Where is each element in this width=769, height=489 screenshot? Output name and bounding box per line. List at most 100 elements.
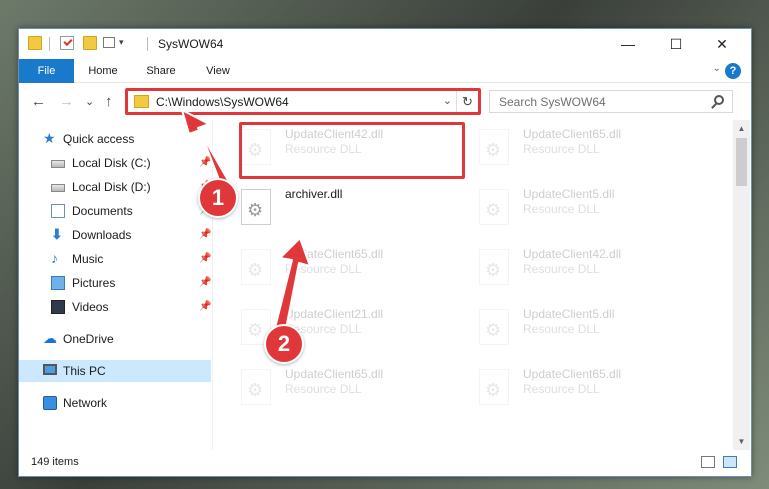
- customize-quick-access-icon[interactable]: [103, 37, 115, 48]
- pc-icon: [43, 364, 57, 375]
- pin-icon[interactable]: 📌: [199, 157, 211, 168]
- help-button[interactable]: ?: [725, 63, 741, 79]
- file-type: Resource DLL: [523, 322, 600, 336]
- file-name: UpdateClient65.dll: [285, 367, 384, 381]
- sidebar-item-pictures[interactable]: Pictures 📌: [19, 272, 211, 294]
- item-count: 149 items: [31, 456, 79, 468]
- dll-file-icon: [479, 129, 509, 165]
- dll-file-icon: [241, 249, 271, 285]
- scroll-up-icon[interactable]: ▲: [733, 120, 750, 137]
- quick-access-dropdown-icon[interactable]: ▾: [119, 37, 124, 48]
- close-button[interactable]: ✕: [699, 29, 745, 59]
- file-name: UpdateClient5.dll: [523, 307, 615, 321]
- documents-icon: [51, 204, 65, 218]
- search-placeholder: Search SysWOW64: [499, 95, 606, 109]
- sidebar-item-videos[interactable]: Videos 📌: [19, 296, 211, 318]
- navigation-bar: ← → ⌄ ↑ C:\Windows\SysWOW64 ⌄ ↻ Search S…: [19, 84, 751, 120]
- file-name: archiver.dll: [285, 187, 343, 201]
- sidebar-item-onedrive[interactable]: ☁ OneDrive: [19, 328, 211, 350]
- star-icon: ★: [43, 130, 56, 146]
- file-name: UpdateClient5.dll: [523, 187, 615, 201]
- search-input[interactable]: Search SysWOW64: [489, 90, 733, 113]
- details-view-icon[interactable]: [701, 456, 715, 468]
- pin-icon[interactable]: 📌: [199, 229, 211, 240]
- expand-ribbon-icon[interactable]: ⌄: [713, 63, 721, 74]
- dll-file-icon: [241, 369, 271, 405]
- step-2-badge: 2: [264, 324, 304, 364]
- separator: [147, 37, 148, 51]
- ribbon-tabs: File Home Share View ⌄ ?: [19, 59, 751, 83]
- status-bar: 149 items: [19, 450, 751, 476]
- file-type: Resource DLL: [523, 202, 600, 216]
- dll-file-icon: [479, 249, 509, 285]
- tab-share[interactable]: Share: [137, 59, 185, 83]
- sidebar-item-local-disk-c[interactable]: Local Disk (C:) 📌: [19, 152, 211, 174]
- maximize-button[interactable]: ☐: [653, 29, 699, 59]
- tab-file[interactable]: File: [19, 59, 74, 83]
- sidebar-item-label: Network: [63, 396, 108, 410]
- file-type: Resource DLL: [523, 142, 600, 156]
- file-name: UpdateClient65.dll: [523, 367, 622, 381]
- sidebar-item-label: Documents: [72, 204, 133, 218]
- explorer-window: ▾ SysWOW64 — ☐ ✕ File Home Share View ⌄ …: [18, 28, 752, 477]
- sidebar-item-quick-access[interactable]: ★ Quick access: [19, 128, 211, 150]
- onedrive-icon: ☁: [43, 330, 57, 346]
- sidebar-item-this-pc[interactable]: This PC: [19, 360, 211, 382]
- folder-icon[interactable]: [28, 36, 42, 50]
- network-icon: [43, 396, 57, 410]
- pin-icon[interactable]: 📌: [199, 301, 211, 312]
- sidebar-item-downloads[interactable]: ⬇ Downloads 📌: [19, 224, 211, 246]
- file-name: UpdateClient65.dll: [523, 127, 622, 141]
- title-bar: ▾ SysWOW64 — ☐ ✕: [19, 29, 751, 59]
- file-item-archiver[interactable]: archiver.dll: [215, 184, 435, 228]
- disk-icon: [51, 160, 65, 168]
- sidebar-item-local-disk-d[interactable]: Local Disk (D:) 📌: [19, 176, 211, 198]
- pictures-icon: [51, 276, 65, 290]
- disk-icon: [51, 184, 65, 192]
- file-name: UpdateClient21.dll: [285, 307, 384, 321]
- file-item[interactable]: UpdateClient65.dll Resource DLL: [453, 124, 673, 168]
- scroll-down-icon[interactable]: ▼: [733, 433, 750, 450]
- file-item[interactable]: UpdateClient65.dll Resource DLL: [215, 364, 435, 408]
- forward-button[interactable]: →: [59, 93, 74, 110]
- window-title: SysWOW64: [158, 37, 224, 51]
- new-folder-icon[interactable]: [83, 36, 97, 50]
- file-item[interactable]: UpdateClient65.dll Resource DLL: [215, 244, 435, 288]
- file-item[interactable]: UpdateClient42.dll Resource DLL: [453, 244, 673, 288]
- file-item[interactable]: UpdateClient21.dll Resource DLL: [215, 304, 435, 348]
- sidebar-item-documents[interactable]: Documents 📌: [19, 200, 211, 222]
- file-type: Resource DLL: [285, 262, 362, 276]
- separator: [49, 37, 50, 51]
- file-name: UpdateClient42.dll: [523, 247, 622, 261]
- back-button[interactable]: ←: [31, 93, 46, 110]
- minimize-button[interactable]: —: [605, 29, 651, 59]
- file-name: UpdateClient65.dll: [285, 247, 384, 261]
- dll-file-icon: [241, 189, 271, 225]
- tab-home[interactable]: Home: [79, 59, 127, 83]
- file-item[interactable]: UpdateClient65.dll Resource DLL: [453, 364, 673, 408]
- dll-file-icon: [479, 369, 509, 405]
- file-type: Resource DLL: [523, 382, 600, 396]
- videos-icon: [51, 300, 65, 314]
- up-button[interactable]: ↑: [105, 93, 113, 110]
- scroll-thumb[interactable]: [736, 138, 747, 186]
- properties-icon[interactable]: [60, 36, 74, 50]
- downloads-icon: ⬇: [51, 226, 63, 242]
- file-item[interactable]: UpdateClient5.dll Resource DLL: [453, 184, 673, 228]
- navigation-pane: ★ Quick access Local Disk (C:) 📌 Local D…: [19, 120, 213, 450]
- sidebar-item-music[interactable]: ♪ Music 📌: [19, 248, 211, 270]
- sidebar-item-label: Local Disk (D:): [72, 180, 151, 194]
- recent-locations-button[interactable]: ⌄: [85, 95, 94, 108]
- tab-view[interactable]: View: [194, 59, 242, 83]
- pin-icon[interactable]: 📌: [199, 277, 211, 288]
- dll-file-icon: [479, 309, 509, 345]
- music-icon: ♪: [51, 250, 58, 266]
- vertical-scrollbar[interactable]: ▲ ▼: [733, 120, 750, 450]
- dll-file-icon: [479, 189, 509, 225]
- pin-icon[interactable]: 📌: [199, 253, 211, 264]
- large-icons-view-icon[interactable]: [723, 456, 737, 468]
- search-icon[interactable]: [714, 95, 724, 105]
- file-item[interactable]: UpdateClient5.dll Resource DLL: [453, 304, 673, 348]
- sidebar-item-network[interactable]: Network: [19, 392, 211, 414]
- sidebar-item-label: Pictures: [72, 276, 116, 290]
